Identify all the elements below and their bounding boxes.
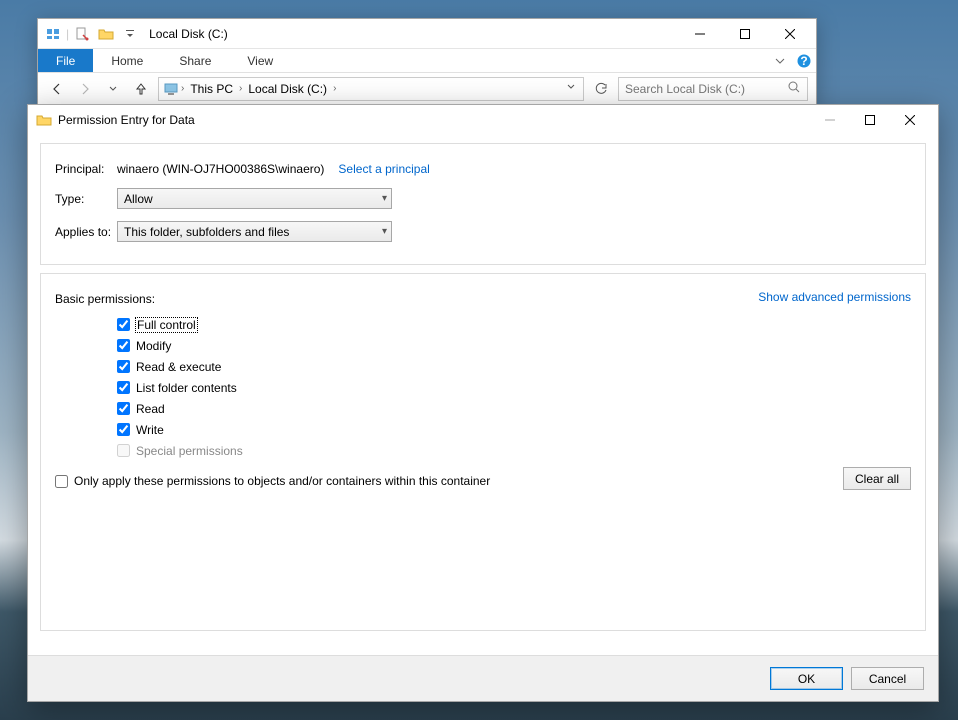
breadcrumb-dropdown-icon[interactable] [567, 83, 575, 94]
search-input[interactable]: Search Local Disk (C:) [618, 77, 808, 101]
applies-select[interactable]: This folder, subfolders and files ▾ [117, 221, 392, 242]
breadcrumb-current[interactable]: Local Disk (C:) [244, 82, 331, 96]
breadcrumb-pc-icon[interactable] [163, 81, 179, 97]
forward-button[interactable] [74, 78, 96, 100]
separator: | [66, 27, 69, 41]
type-value: Allow [124, 192, 153, 206]
type-row: Type: Allow ▾ [55, 188, 911, 209]
principal-value: winaero (WIN-OJ7HO00386S\winaero) [117, 162, 324, 176]
up-button[interactable] [130, 78, 152, 100]
permission-dialog: Permission Entry for Data Principal: win… [27, 104, 939, 702]
permission-item: Read & execute [117, 356, 911, 377]
permissions-list: Full control Modify Read & execute List fol… [117, 314, 911, 461]
properties-icon[interactable] [71, 23, 93, 45]
minimize-button[interactable] [677, 20, 722, 48]
applies-row: Applies to: This folder, subfolders and … [55, 221, 911, 242]
principal-row: Principal: winaero (WIN-OJ7HO00386S\wina… [55, 162, 911, 176]
minimize-button[interactable] [810, 107, 850, 133]
cancel-button[interactable]: Cancel [851, 667, 924, 690]
close-button[interactable] [767, 20, 812, 48]
only-apply-checkbox[interactable] [55, 475, 68, 488]
explorer-nav: › This PC › Local Disk (C:) › Search Loc… [38, 73, 816, 105]
breadcrumb[interactable]: › This PC › Local Disk (C:) › [158, 77, 584, 101]
type-select[interactable]: Allow ▾ [117, 188, 392, 209]
permission-label[interactable]: Read [136, 402, 165, 416]
permissions-panel: Basic permissions: Show advanced permiss… [40, 273, 926, 631]
maximize-button[interactable] [850, 107, 890, 133]
permission-label[interactable]: Modify [136, 339, 171, 353]
permission-item: Full control [117, 314, 911, 335]
explorer-titlebar: | Local Disk (C:) [38, 19, 816, 49]
explorer-window: | Local Disk (C:) File Home Share View ? [37, 18, 817, 108]
tab-view[interactable]: View [229, 49, 291, 72]
permission-checkbox[interactable] [117, 318, 130, 331]
permission-label[interactable]: Full control [136, 318, 197, 332]
dialog-titlebar: Permission Entry for Data [28, 105, 938, 135]
maximize-button[interactable] [722, 20, 767, 48]
search-icon[interactable] [787, 80, 801, 97]
only-apply-row: Only apply these permissions to objects … [55, 474, 490, 488]
search-placeholder: Search Local Disk (C:) [625, 82, 745, 96]
tab-share[interactable]: Share [161, 49, 229, 72]
svg-text:?: ? [800, 54, 807, 68]
new-folder-icon[interactable] [95, 23, 117, 45]
select-principal-link[interactable]: Select a principal [338, 162, 429, 176]
permission-label[interactable]: List folder contents [136, 381, 237, 395]
permission-item: Write [117, 419, 911, 440]
chevron-down-icon: ▾ [382, 193, 387, 204]
principal-panel: Principal: winaero (WIN-OJ7HO00386S\wina… [40, 143, 926, 265]
dialog-window-controls [810, 107, 930, 133]
ok-button[interactable]: OK [770, 667, 843, 690]
explorer-window-controls [677, 20, 812, 48]
show-advanced-link[interactable]: Show advanced permissions [758, 290, 911, 304]
breadcrumb-root[interactable]: This PC [186, 82, 237, 96]
ribbon-tabs: File Home Share View ? [38, 49, 816, 73]
dialog-footer: OK Cancel [28, 655, 938, 701]
ribbon-expand-icon[interactable] [768, 49, 792, 72]
back-button[interactable] [46, 78, 68, 100]
permission-checkbox[interactable] [117, 339, 130, 352]
dialog-title: Permission Entry for Data [58, 113, 195, 127]
quick-access-toolbar: | [42, 23, 141, 45]
explorer-title: Local Disk (C:) [149, 27, 228, 41]
type-label: Type: [55, 192, 117, 206]
close-button[interactable] [890, 107, 930, 133]
permission-label: Special permissions [136, 444, 243, 458]
basic-permissions-label: Basic permissions: [55, 292, 155, 306]
qat-dropdown-icon[interactable] [119, 23, 141, 45]
permission-checkbox[interactable] [117, 423, 130, 436]
applies-label: Applies to: [55, 225, 117, 239]
only-apply-label[interactable]: Only apply these permissions to objects … [74, 474, 490, 488]
applies-value: This folder, subfolders and files [124, 225, 289, 239]
chevron-right-icon[interactable]: › [239, 83, 242, 94]
chevron-right-icon[interactable]: › [181, 83, 184, 94]
clear-all-button[interactable]: Clear all [843, 467, 911, 490]
history-dropdown-icon[interactable] [102, 78, 124, 100]
help-icon[interactable]: ? [792, 49, 816, 72]
tab-file[interactable]: File [38, 49, 93, 72]
app-icon [42, 23, 64, 45]
chevron-down-icon: ▾ [382, 226, 387, 237]
tab-home[interactable]: Home [93, 49, 161, 72]
permission-item: List folder contents [117, 377, 911, 398]
permission-item: Read [117, 398, 911, 419]
permission-checkbox[interactable] [117, 402, 130, 415]
permission-checkbox [117, 444, 130, 457]
principal-label: Principal: [55, 162, 117, 176]
refresh-button[interactable] [590, 78, 612, 100]
folder-icon [36, 112, 52, 128]
permission-checkbox[interactable] [117, 381, 130, 394]
permission-checkbox[interactable] [117, 360, 130, 373]
permission-label[interactable]: Read & execute [136, 360, 221, 374]
permission-item: Special permissions [117, 440, 911, 461]
chevron-right-icon[interactable]: › [333, 83, 336, 94]
permission-item: Modify [117, 335, 911, 356]
permission-label[interactable]: Write [136, 423, 164, 437]
